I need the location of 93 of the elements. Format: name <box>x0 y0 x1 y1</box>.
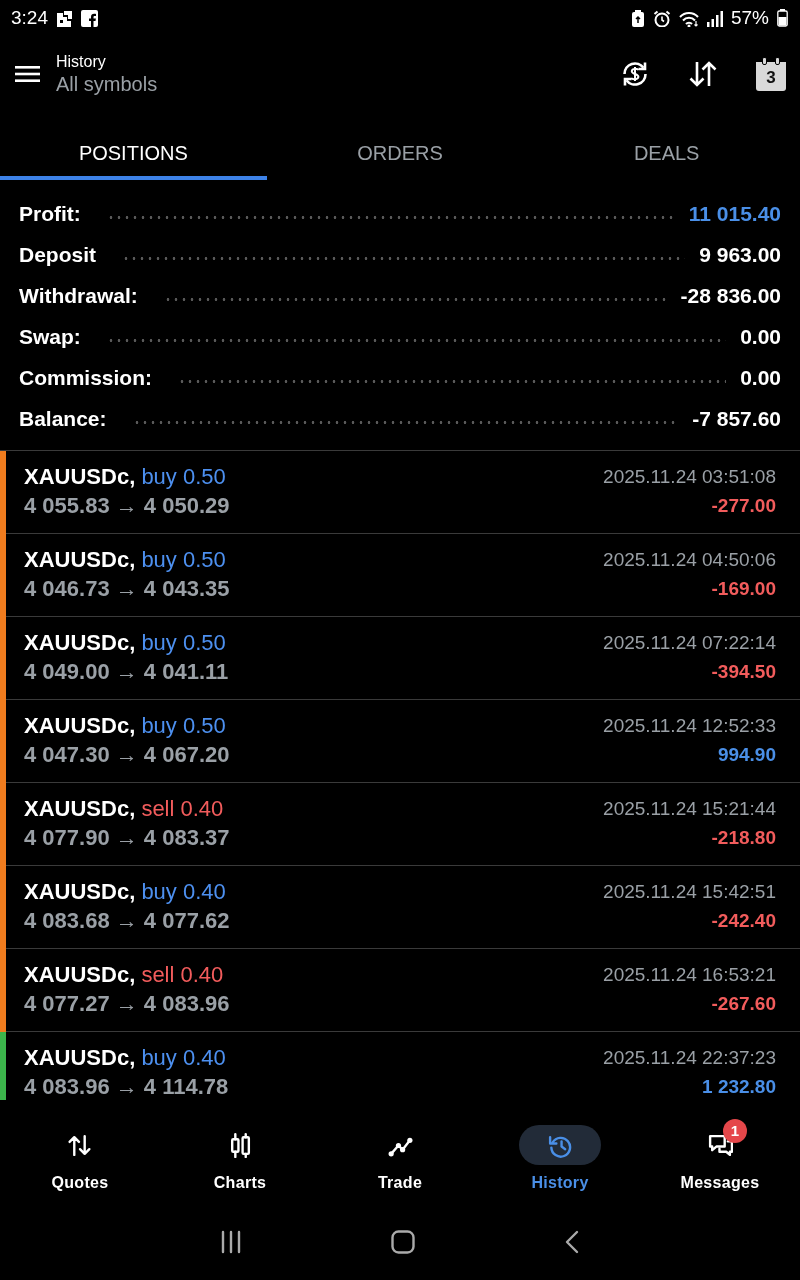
back-button[interactable] <box>565 1230 579 1254</box>
summary-label: Deposit <box>19 241 96 268</box>
summary-label: Withdrawal: <box>19 282 138 309</box>
deal-time: 2025.11.24 15:42:51 <box>603 880 776 904</box>
sort-arrows-icon <box>688 59 718 89</box>
symbol-name: XAUUSDc, <box>24 796 136 821</box>
trade-type: buy 0.50 <box>141 713 226 738</box>
price-range: 4 055.83 → 4 050.29 <box>24 492 230 520</box>
trade-type: buy 0.50 <box>141 464 226 489</box>
profit-value: -169.00 <box>710 577 776 601</box>
summary-label: Commission: <box>19 364 152 391</box>
summary-value: 11 015.40 <box>688 200 781 227</box>
history-clock-icon <box>519 1125 601 1165</box>
back-icon <box>565 1230 579 1254</box>
symbol-name: XAUUSDc, <box>24 630 136 655</box>
deal-time: 2025.11.24 16:53:21 <box>603 963 776 987</box>
app-logo-icon <box>81 9 98 27</box>
symbol-name: XAUUSDc, <box>24 879 136 904</box>
position-row[interactable]: XAUUSDc, buy 0.50 4 055.83 → 4 050.29 2025.11.24 03:51:08 -277.00 <box>6 451 800 534</box>
home-button[interactable] <box>391 1230 415 1254</box>
signal-icon <box>706 9 723 27</box>
nav-tab[interactable]: Quotes <box>0 1125 160 1210</box>
recent-apps-icon <box>221 1230 241 1254</box>
position-row[interactable]: XAUUSDc, sell 0.40 4 077.90 → 4 083.37 2025.11.24 15:21:44 -218.80 <box>6 783 800 866</box>
nav-tab[interactable]: History <box>480 1125 640 1210</box>
position-row[interactable]: XAUUSDc, buy 0.50 4 049.00 → 4 041.11 2025.11.24 07:22:14 -394.50 <box>6 617 800 700</box>
tab[interactable]: DEALS <box>533 112 800 180</box>
battery-icon <box>777 9 788 27</box>
price-range: 4 049.00 → 4 041.11 <box>24 658 229 686</box>
profit-value: -218.80 <box>710 826 776 850</box>
profit-value: -277.00 <box>710 494 776 518</box>
trade-type: buy 0.40 <box>141 879 226 904</box>
position-row[interactable]: XAUUSDc, buy 0.40 4 083.96 → 4 114.78 2025.11.24 22:37:23 1 232.80 <box>6 1032 800 1100</box>
summary-value: -7 857.60 <box>692 405 781 432</box>
sort-button[interactable] <box>688 59 718 89</box>
price-range: 4 047.30 → 4 067.20 <box>24 741 230 769</box>
unread-badge: 1 <box>723 1119 747 1143</box>
deal-time: 2025.11.24 12:52:33 <box>603 714 776 738</box>
screen-title: History <box>56 51 107 71</box>
calendar-button[interactable]: 3 <box>756 57 786 91</box>
profit-value: -394.50 <box>710 660 776 684</box>
trade-type: buy 0.50 <box>141 630 226 655</box>
deal-time: 2025.11.24 07:22:14 <box>603 631 776 655</box>
price-range: 4 077.90 → 4 083.37 <box>24 824 230 852</box>
summary-value: 9 963.00 <box>699 241 781 268</box>
trade-type: sell 0.40 <box>141 796 224 821</box>
symbol-filter[interactable]: All symbols <box>56 70 158 97</box>
summary-label: Profit: <box>19 200 81 227</box>
symbol-name: XAUUSDc, <box>24 713 136 738</box>
price-range: 4 077.27 → 4 083.96 <box>24 990 230 1018</box>
summary-label: Swap: <box>19 323 81 350</box>
symbol-name: XAUUSDc, <box>24 547 136 572</box>
clock-time: 3:24 <box>11 5 48 30</box>
price-range: 4 046.73 → 4 043.35 <box>24 575 230 603</box>
nav-tab[interactable]: Trade <box>320 1125 480 1210</box>
alarm-icon <box>652 9 671 27</box>
symbol-name: XAUUSDc, <box>24 962 136 987</box>
position-row[interactable]: XAUUSDc, buy 0.40 4 083.68 → 4 077.62 2025.11.24 15:42:51 -242.40 <box>6 866 800 949</box>
profit-value: 994.90 <box>716 743 776 767</box>
price-range: 4 083.96 → 4 114.78 <box>24 1073 229 1100</box>
deal-time: 2025.11.24 03:51:08 <box>603 465 776 489</box>
battery-percentage: 57% <box>730 5 769 30</box>
position-row[interactable]: XAUUSDc, buy 0.50 4 046.73 → 4 043.35 2025.11.24 04:50:06 -169.00 <box>6 534 800 617</box>
tab[interactable]: POSITIONS <box>0 112 267 180</box>
profit-value: 1 232.80 <box>701 1075 776 1099</box>
nav-tab[interactable]: Charts <box>160 1125 320 1210</box>
summary-label: Balance: <box>19 405 107 432</box>
notification-icon <box>56 9 73 27</box>
position-row[interactable]: XAUUSDc, buy 0.50 4 047.30 → 4 067.20 2025.11.24 12:52:33 994.90 <box>6 700 800 783</box>
summary-value: 0.00 <box>740 364 781 391</box>
symbol-name: XAUUSDc, <box>24 464 136 489</box>
currency-sync-button[interactable] <box>620 59 650 89</box>
price-range: 4 083.68 → 4 077.62 <box>24 907 230 935</box>
tab[interactable]: ORDERS <box>266 112 534 180</box>
currency-sync-icon <box>620 59 650 89</box>
deal-time: 2025.11.24 22:37:23 <box>603 1046 776 1070</box>
summary-value: -28 836.00 <box>680 282 781 309</box>
deal-time: 2025.11.24 15:21:44 <box>603 797 776 821</box>
summary-value: 0.00 <box>740 323 781 350</box>
recent-apps-button[interactable] <box>221 1230 241 1254</box>
home-icon <box>391 1230 415 1254</box>
trade-type: sell 0.40 <box>141 962 224 987</box>
profit-value: -267.60 <box>710 992 776 1016</box>
menu-button[interactable] <box>15 66 40 82</box>
trade-type: buy 0.40 <box>141 1045 226 1070</box>
symbol-name: XAUUSDc, <box>24 1045 136 1070</box>
deal-time: 2025.11.24 04:50:06 <box>603 548 776 572</box>
position-row[interactable]: XAUUSDc, sell 0.40 4 077.27 → 4 083.96 2025.11.24 16:53:21 -267.60 <box>6 949 800 1032</box>
battery-saver-icon <box>630 9 645 27</box>
profit-value: -242.40 <box>710 909 776 933</box>
wifi-icon <box>678 9 699 27</box>
menu-icon <box>15 66 40 82</box>
trade-type: buy 0.50 <box>141 547 226 572</box>
